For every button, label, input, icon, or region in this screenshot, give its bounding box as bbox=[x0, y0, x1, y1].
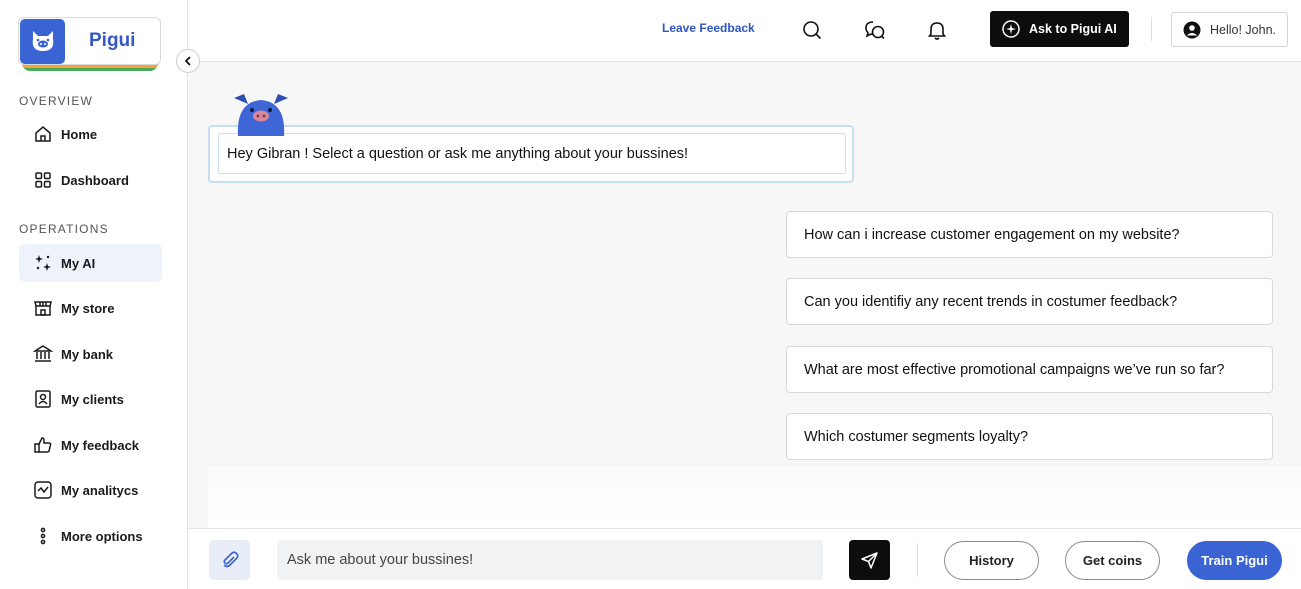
ask-pigui-ai-button[interactable]: Ask to Pigui AI bbox=[990, 11, 1129, 47]
sidebar-item-my-feedback[interactable]: My feedback bbox=[19, 426, 162, 464]
sidebar-item-label: My store bbox=[61, 300, 115, 316]
search-icon[interactable] bbox=[799, 17, 825, 43]
sidebar-item-label: My AI bbox=[61, 255, 96, 271]
user-avatar-icon bbox=[1183, 21, 1201, 38]
suggested-question[interactable]: What are most effective promotional camp… bbox=[786, 346, 1273, 393]
operations-section-label: OPERATIONS bbox=[19, 222, 109, 236]
paperclip-icon bbox=[222, 551, 239, 568]
sidebar-item-label: Dashboard bbox=[61, 172, 129, 188]
pig-mascot-icon bbox=[234, 94, 288, 136]
overview-section-label: OVERVIEW bbox=[19, 94, 94, 108]
suggested-question[interactable]: Can you identifiy any recent trends in c… bbox=[786, 278, 1273, 325]
analytics-icon bbox=[33, 480, 53, 500]
sidebar-item-home[interactable]: Home bbox=[19, 115, 162, 153]
sparkles-icon bbox=[33, 253, 53, 273]
grid-icon bbox=[33, 170, 53, 190]
store-icon bbox=[33, 298, 53, 318]
attach-button[interactable] bbox=[209, 540, 250, 580]
chat-area: Hey Gibran ! Select a question or ask me… bbox=[188, 62, 1301, 528]
collapse-sidebar-button[interactable] bbox=[176, 49, 200, 73]
sidebar-item-my-bank[interactable]: My bank bbox=[19, 335, 162, 373]
sidebar: Pigui OVERVIEW Home Dashboard OPERATIONS… bbox=[0, 0, 188, 589]
sidebar-item-my-store[interactable]: My store bbox=[19, 289, 162, 327]
train-pigui-button[interactable]: Train Pigui bbox=[1187, 541, 1282, 580]
brand-logo[interactable]: Pigui bbox=[18, 17, 161, 65]
home-icon bbox=[33, 124, 53, 144]
bell-icon[interactable] bbox=[924, 17, 950, 43]
send-icon bbox=[860, 552, 878, 569]
leave-feedback-link[interactable]: Leave Feedback bbox=[662, 21, 755, 35]
get-coins-button[interactable]: Get coins bbox=[1065, 541, 1160, 580]
bot-message: Hey Gibran ! Select a question or ask me… bbox=[218, 133, 846, 174]
sidebar-item-label: My clients bbox=[61, 391, 124, 407]
app-root: Pigui OVERVIEW Home Dashboard OPERATIONS… bbox=[0, 0, 1301, 589]
more-vertical-icon bbox=[33, 526, 53, 546]
thumbs-up-icon bbox=[33, 435, 53, 455]
client-icon bbox=[33, 389, 53, 409]
bank-icon bbox=[33, 344, 53, 364]
chat-icon[interactable] bbox=[862, 17, 888, 43]
pig-logo-icon bbox=[20, 18, 65, 64]
topbar-divider bbox=[1151, 17, 1152, 41]
sidebar-item-more-options[interactable]: More options bbox=[19, 517, 162, 555]
history-button[interactable]: History bbox=[944, 541, 1039, 580]
sidebar-item-dashboard[interactable]: Dashboard bbox=[19, 161, 162, 199]
sidebar-item-label: My analitycs bbox=[61, 482, 139, 498]
chevron-left-icon bbox=[184, 56, 191, 66]
bot-message-container: Hey Gibran ! Select a question or ask me… bbox=[208, 125, 854, 183]
user-menu-button[interactable]: Hello! John. bbox=[1171, 12, 1288, 47]
chat-fade bbox=[208, 466, 1301, 528]
suggested-question[interactable]: Which costumer segments loyalty? bbox=[786, 413, 1273, 460]
send-button[interactable] bbox=[849, 540, 890, 580]
ask-pigui-ai-label: Ask to Pigui AI bbox=[1029, 22, 1117, 36]
brand-name: Pigui bbox=[89, 30, 136, 51]
composer-divider bbox=[917, 543, 918, 577]
top-bar: Leave Feedback Ask to Pigui AI Hello! Jo… bbox=[188, 0, 1301, 62]
sidebar-item-my-ai[interactable]: My AI bbox=[19, 244, 162, 282]
user-greeting: Hello! John. bbox=[1210, 22, 1277, 37]
sidebar-item-label: My bank bbox=[61, 346, 114, 362]
sidebar-item-label: More options bbox=[61, 528, 143, 544]
sidebar-item-my-analytics[interactable]: My analitycs bbox=[19, 471, 162, 509]
sidebar-item-label: My feedback bbox=[61, 437, 140, 453]
suggested-question[interactable]: How can i increase customer engagement o… bbox=[786, 211, 1273, 258]
ai-sparkle-icon bbox=[1002, 20, 1020, 38]
composer-bar: History Get coins Train Pigui bbox=[188, 528, 1301, 589]
chat-input[interactable] bbox=[277, 540, 823, 580]
sidebar-item-my-clients[interactable]: My clients bbox=[19, 380, 162, 418]
sidebar-item-label: Home bbox=[61, 126, 98, 142]
